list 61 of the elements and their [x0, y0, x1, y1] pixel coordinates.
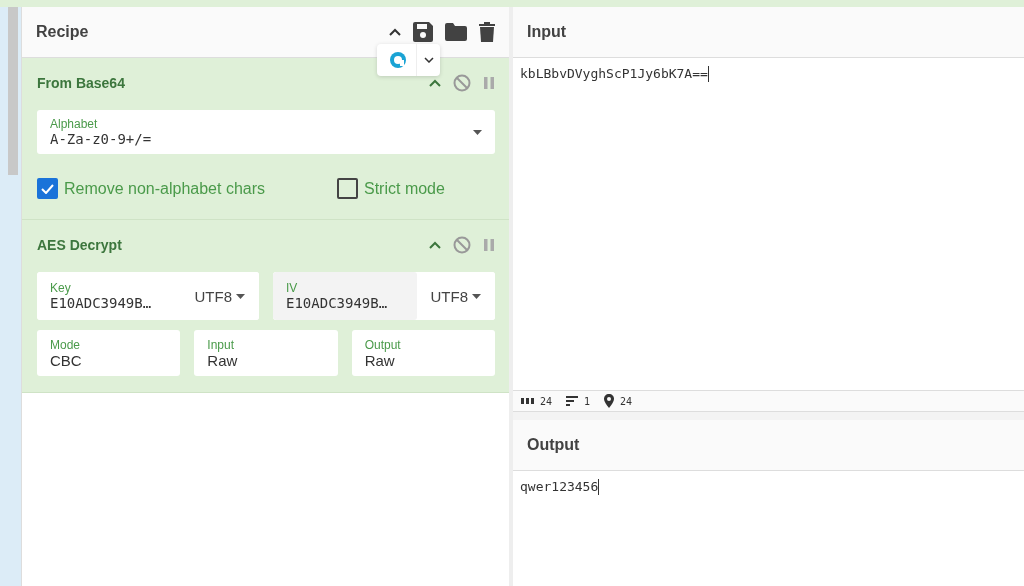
- field-value: Raw: [207, 351, 239, 369]
- trash-icon: [479, 22, 495, 42]
- operation-title: AES Decrypt: [37, 237, 123, 253]
- load-button[interactable]: [445, 23, 467, 41]
- output-textarea[interactable]: qwer123456: [513, 471, 1024, 586]
- resize-handle[interactable]: [513, 412, 1024, 420]
- disable-button[interactable]: [453, 236, 471, 254]
- input-title: Input: [527, 23, 568, 41]
- collapse-icon: [429, 241, 441, 249]
- disable-icon: [453, 74, 471, 92]
- folder-icon: [445, 23, 467, 41]
- alphabet-select[interactable]: Alphabet A-Za-z0-9+/=: [37, 110, 495, 154]
- caret-icon: [236, 293, 245, 299]
- field-value: Raw: [364, 351, 395, 369]
- collapse-icon: [429, 79, 441, 87]
- scrollbar[interactable]: [8, 7, 18, 175]
- input-text: kbLBbvDVyghScP1Jy6bK7A==: [520, 66, 708, 81]
- field-label: Output: [364, 337, 402, 352]
- text-field[interactable]: Input Raw: [194, 330, 338, 376]
- checkbox[interactable]: [37, 178, 58, 199]
- caret-icon: [473, 129, 482, 135]
- collapse-icon: [389, 28, 401, 36]
- collapse-all-button[interactable]: [389, 28, 401, 36]
- text-field[interactable]: Output Raw: [351, 330, 495, 376]
- pause-icon: [483, 77, 495, 89]
- disable-button[interactable]: [453, 74, 471, 92]
- save-button[interactable]: [413, 22, 433, 42]
- field-label: Key: [50, 281, 72, 295]
- field-value: CBC: [50, 351, 83, 369]
- recipe-title: Recipe: [36, 23, 90, 41]
- field-value: E10ADC3949B…: [50, 295, 153, 311]
- delete-button[interactable]: [479, 22, 495, 42]
- length-icon: [521, 398, 534, 404]
- lines-icon: [566, 396, 579, 406]
- caret-icon: [472, 293, 481, 299]
- chevron-down-icon: [424, 57, 434, 63]
- field-label: Alphabet: [50, 117, 99, 131]
- checkbox-label: Remove non-alphabet chars: [64, 179, 265, 198]
- field-value: A-Za-z0-9+/=: [50, 131, 153, 147]
- field-value: E10ADC3949B…: [286, 295, 389, 311]
- status-value: 24: [620, 395, 633, 407]
- location-pin-icon: [604, 394, 615, 408]
- output-text: qwer123456: [520, 479, 599, 494]
- checkbox-label: Strict mode: [364, 179, 445, 198]
- field-label: Mode: [50, 337, 82, 352]
- output-title: Output: [527, 436, 581, 454]
- pause-icon: [483, 239, 495, 251]
- refresh-icon: [388, 50, 408, 70]
- text-field[interactable]: Mode CBC: [37, 330, 181, 376]
- input-textarea[interactable]: kbLBbvDVyghScP1Jy6bK7A==: [513, 58, 1024, 390]
- checkbox[interactable]: [337, 178, 358, 199]
- field-label: Input: [207, 337, 236, 352]
- disable-icon: [453, 236, 471, 254]
- status-value: 24: [540, 395, 553, 407]
- collapse-button[interactable]: [429, 241, 441, 249]
- check-icon: [41, 183, 54, 194]
- collapse-button[interactable]: [429, 79, 441, 87]
- status-value: 1: [584, 395, 591, 407]
- field-label: IV: [286, 281, 299, 295]
- operation-title: From Base64: [37, 75, 126, 91]
- save-icon: [413, 22, 433, 42]
